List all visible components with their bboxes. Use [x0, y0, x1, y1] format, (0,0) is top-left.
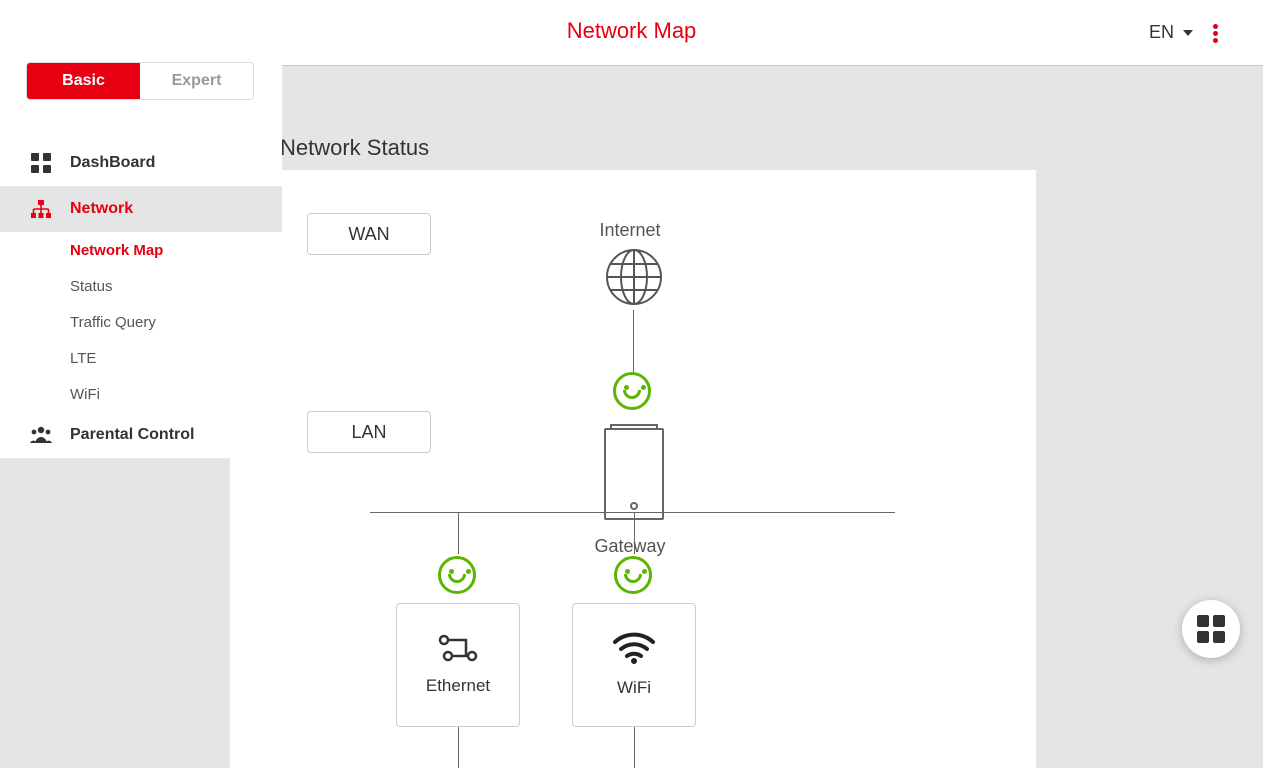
main-panel: WAN LAN Internet	[230, 170, 1036, 768]
mode-toggle: Basic Expert	[26, 62, 254, 100]
sidebar-item-label: Parental Control	[70, 426, 194, 444]
ethernet-label: Ethernet	[426, 676, 490, 696]
sidebar-item-label: DashBoard	[70, 154, 155, 172]
parental-control-icon	[30, 426, 52, 444]
gateway-icon[interactable]	[604, 428, 664, 520]
grid-icon	[1197, 615, 1225, 643]
status-ok-icon	[614, 556, 652, 594]
network-submenu: Network Map Status Traffic Query LTE WiF…	[0, 232, 282, 412]
ethernet-icon	[438, 634, 478, 662]
status-ok-icon	[438, 556, 476, 594]
globe-icon	[605, 248, 663, 306]
sidebar: Basic Expert DashBoard	[0, 52, 282, 458]
subnav-traffic-query[interactable]: Traffic Query	[70, 304, 282, 340]
wifi-label: WiFi	[617, 678, 651, 698]
network-diagram: Internet	[360, 210, 1020, 768]
sidebar-item-parental-control[interactable]: Parental Control	[0, 412, 282, 458]
subnav-lte[interactable]: LTE	[70, 340, 282, 376]
language-selector[interactable]: EN	[1149, 22, 1193, 43]
quick-panel-fab[interactable]	[1182, 600, 1240, 658]
network-icon	[30, 200, 52, 218]
mode-basic-button[interactable]: Basic	[27, 63, 140, 99]
sidebar-item-dashboard[interactable]: DashBoard	[0, 140, 282, 186]
page-title: Network Status	[280, 135, 429, 161]
mode-expert-button[interactable]: Expert	[140, 63, 253, 99]
page-header-title: Network Map	[567, 18, 697, 44]
wifi-icon	[613, 632, 655, 664]
ethernet-card[interactable]: Ethernet	[396, 603, 520, 727]
wifi-card[interactable]: WiFi	[572, 603, 696, 727]
status-ok-icon	[613, 372, 651, 410]
chevron-down-icon	[1183, 30, 1193, 36]
internet-label: Internet	[560, 220, 700, 241]
sidebar-item-label: Network	[70, 200, 133, 218]
language-label: EN	[1149, 22, 1174, 42]
subnav-status[interactable]: Status	[70, 268, 282, 304]
sidebar-item-network[interactable]: Network	[0, 186, 282, 232]
subnav-wifi[interactable]: WiFi	[70, 376, 282, 412]
gateway-label: Gateway	[560, 536, 700, 557]
subnav-network-map[interactable]: Network Map	[70, 232, 282, 268]
dashboard-icon	[30, 153, 52, 173]
kebab-menu-icon[interactable]	[1213, 22, 1219, 44]
